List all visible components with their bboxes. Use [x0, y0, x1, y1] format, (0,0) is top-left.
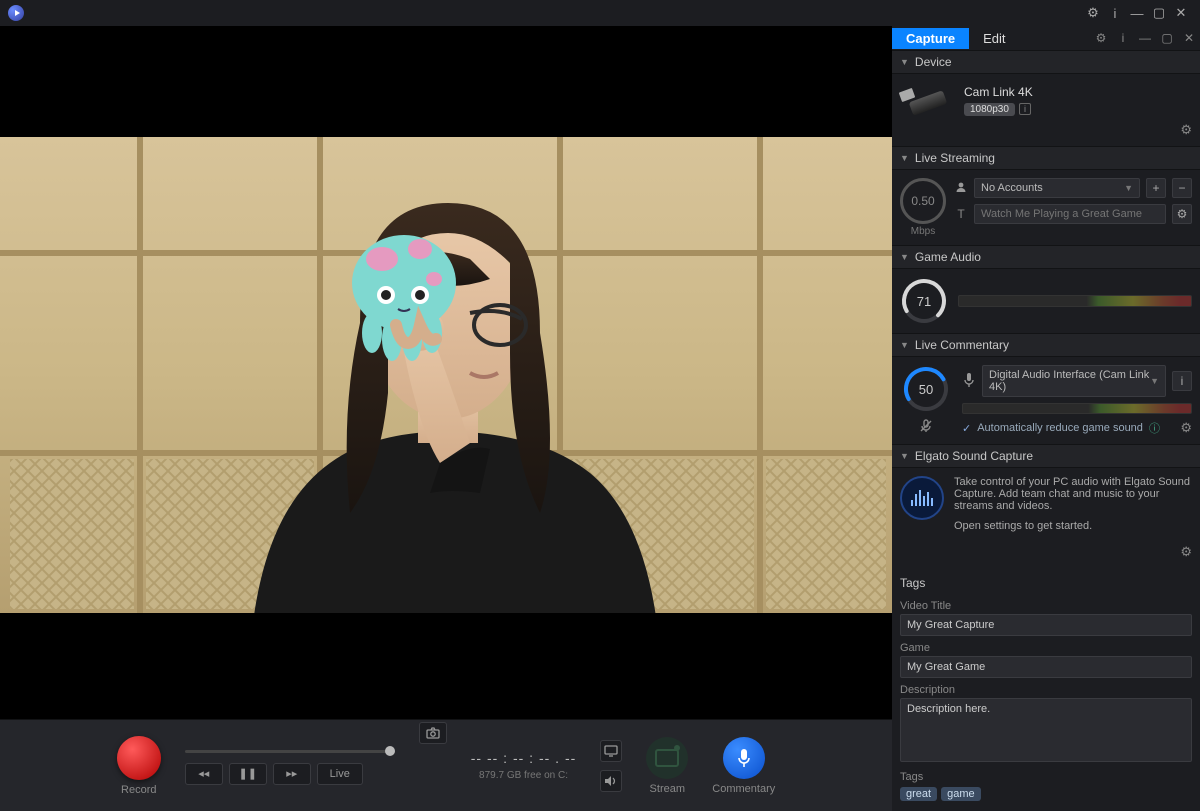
info-icon[interactable]: i: [1104, 2, 1126, 24]
window-maximize-button[interactable]: ▢: [1148, 2, 1170, 24]
stream-button[interactable]: [646, 737, 688, 779]
panel-info-icon[interactable]: i: [1112, 27, 1134, 49]
chevron-down-icon: ▼: [900, 340, 909, 350]
right-panel: Capture Edit ⚙ i — ▢ ✕ ▼ Device Cam Link…: [892, 26, 1200, 811]
panel-minimize-icon[interactable]: —: [1134, 27, 1156, 49]
chevron-down-icon: ▼: [1124, 183, 1133, 193]
chevron-down-icon: ▼: [1150, 376, 1159, 386]
device-image-icon: [900, 82, 954, 118]
commentary-mute-icon[interactable]: [919, 419, 933, 436]
panel-close-icon[interactable]: ✕: [1178, 27, 1200, 49]
screenshot-button[interactable]: [419, 722, 447, 744]
game-input[interactable]: [900, 656, 1192, 678]
title-icon: T: [954, 207, 968, 221]
stream-label: Stream: [650, 783, 685, 795]
sound-capture-header-label: Elgato Sound Capture: [915, 449, 1033, 463]
device-header-label: Device: [915, 55, 952, 69]
streaming-account-select[interactable]: No Accounts▼: [974, 178, 1140, 198]
panel-settings-icon[interactable]: ⚙: [1090, 27, 1112, 49]
timeline-block: ◂◂ ❚❚ ▸▸ Live: [185, 747, 395, 785]
flashback-slider[interactable]: [185, 750, 395, 753]
settings-gear-icon[interactable]: ⚙: [1082, 2, 1104, 24]
record-button[interactable]: [117, 736, 161, 780]
tag-pill[interactable]: great: [900, 787, 937, 801]
record-label: Record: [121, 784, 156, 796]
section-game-audio-header[interactable]: ▼ Game Audio: [892, 245, 1200, 269]
window-close-button[interactable]: ✕: [1170, 2, 1192, 24]
tag-pills: great game: [900, 787, 1192, 801]
chevron-down-icon: ▼: [900, 57, 909, 67]
sound-capture-open: Open settings to get started.: [954, 520, 1192, 532]
streaming-header-label: Live Streaming: [915, 151, 995, 165]
bitrate-unit: Mbps: [900, 226, 946, 237]
section-tags-header: Tags: [892, 568, 1200, 594]
chevron-down-icon: ▼: [900, 451, 909, 461]
section-commentary-header[interactable]: ▼ Live Commentary: [892, 333, 1200, 357]
device-mode-badge: 1080p30: [964, 103, 1015, 116]
commentary-header-label: Live Commentary: [915, 338, 1009, 352]
pause-button[interactable]: ❚❚: [229, 763, 267, 785]
add-account-button[interactable]: +: [1146, 178, 1166, 198]
bitrate-dial[interactable]: 0.50: [900, 178, 946, 224]
commentary-settings-gear-icon[interactable]: ⚙: [1180, 420, 1192, 436]
game-audio-header-label: Game Audio: [915, 250, 981, 264]
mic-icon: [962, 373, 976, 390]
panel-maximize-icon[interactable]: ▢: [1156, 27, 1178, 49]
description-input[interactable]: [900, 698, 1192, 762]
commentary-source-select[interactable]: Digital Audio Interface (Cam Link 4K)▼: [982, 365, 1166, 397]
speaker-toggle-button[interactable]: [600, 770, 622, 792]
commentary-volume-dial[interactable]: 50: [902, 365, 950, 413]
tags-header-label: Tags: [900, 576, 925, 590]
section-sound-capture-header[interactable]: ▼ Elgato Sound Capture: [892, 444, 1200, 468]
capture-pane: Record ◂◂ ❚❚ ▸▸ Live -- -- : -- : -- . -…: [0, 26, 892, 811]
tab-edit[interactable]: Edit: [969, 28, 1019, 49]
commentary-meter: [962, 403, 1192, 414]
commentary-label: Commentary: [712, 783, 775, 795]
device-settings-gear-icon[interactable]: ⚙: [1180, 122, 1192, 137]
transport-bar: Record ◂◂ ❚❚ ▸▸ Live -- -- : -- : -- . -…: [0, 719, 892, 811]
chevron-down-icon: ▼: [900, 252, 909, 262]
chevron-down-icon: ▼: [900, 153, 909, 163]
game-label: Game: [900, 642, 1192, 654]
app-logo-icon: [8, 5, 24, 21]
description-label: Description: [900, 684, 1192, 696]
commentary-button[interactable]: [723, 737, 765, 779]
section-device-header[interactable]: ▼ Device: [892, 50, 1200, 74]
video-title-input[interactable]: [900, 614, 1192, 636]
timecode-display: -- -- : -- : -- . --: [471, 750, 577, 766]
tags-field-label: Tags: [900, 771, 1192, 783]
rewind-button[interactable]: ◂◂: [185, 763, 223, 785]
stream-title-input[interactable]: [974, 204, 1166, 224]
auto-reduce-label: Automatically reduce game sound: [977, 422, 1143, 434]
section-streaming-header[interactable]: ▼ Live Streaming: [892, 146, 1200, 170]
titlebar: ⚙ i — ▢ ✕: [0, 0, 1200, 26]
video-title-label: Video Title: [900, 600, 1192, 612]
sound-capture-settings-gear-icon[interactable]: ⚙: [1180, 544, 1192, 559]
stream-title-settings-icon[interactable]: ⚙: [1172, 204, 1192, 224]
live-button[interactable]: Live: [317, 763, 363, 785]
remove-account-button[interactable]: −: [1172, 178, 1192, 198]
video-preview: [0, 26, 892, 719]
sound-capture-icon: [900, 476, 944, 520]
game-audio-volume-dial[interactable]: 71: [900, 277, 948, 325]
device-name: Cam Link 4K: [964, 85, 1033, 99]
commentary-source-info-icon[interactable]: i: [1172, 371, 1192, 391]
forward-button[interactable]: ▸▸: [273, 763, 311, 785]
help-icon[interactable]: ⓘ: [1149, 420, 1160, 436]
game-audio-meter: [958, 295, 1192, 307]
device-info-icon[interactable]: i: [1019, 103, 1031, 115]
account-icon: [954, 181, 968, 196]
tab-capture[interactable]: Capture: [892, 28, 969, 49]
disk-free-label: 879.7 GB free on C:: [471, 770, 577, 781]
monitor-toggle-button[interactable]: [600, 740, 622, 762]
window-minimize-button[interactable]: —: [1126, 2, 1148, 24]
tag-pill[interactable]: game: [941, 787, 981, 801]
sound-capture-desc: Take control of your PC audio with Elgat…: [954, 476, 1192, 512]
auto-reduce-checkbox[interactable]: ✓: [962, 422, 971, 435]
